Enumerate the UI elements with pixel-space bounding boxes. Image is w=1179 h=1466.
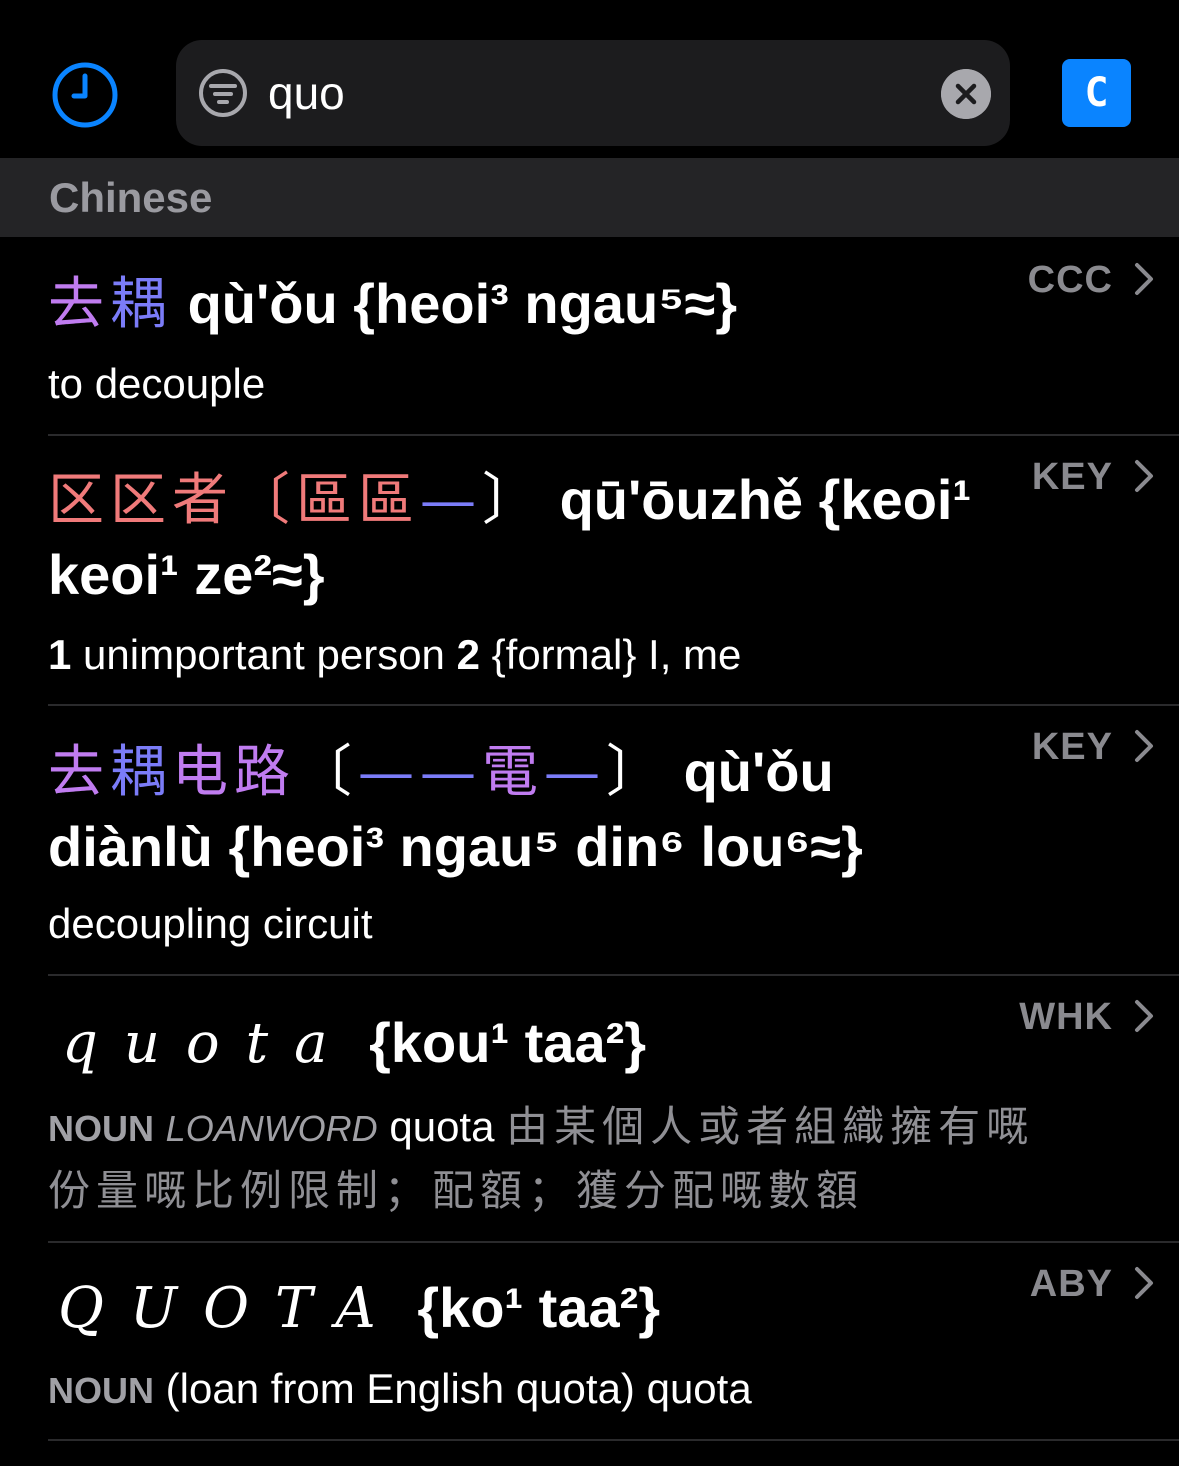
entry-headword: quota {kou¹ taa²}	[62, 1006, 1002, 1081]
hanzi: 去	[48, 272, 110, 337]
hanzi: 耦	[110, 272, 172, 337]
chevron-right-icon	[1135, 460, 1153, 492]
hanzi: 耦	[110, 740, 172, 805]
search-input[interactable]	[268, 58, 908, 128]
history-clock-icon[interactable]	[52, 62, 118, 128]
entry-headword: 去耦 qù'ǒu {heoi³ ngau⁵≈}	[48, 267, 988, 342]
section-header: Chinese	[0, 158, 1179, 237]
reading: {kou¹ taa²}	[369, 1011, 647, 1074]
chinese-definition: 份量嘅比例限制；配額；獲分配嘅數額	[48, 1166, 865, 1215]
headword-script: QUOTA	[58, 1276, 402, 1341]
sense-number: 1	[48, 631, 72, 678]
traditional-dash: —	[358, 740, 420, 805]
gloss: quota	[389, 1103, 495, 1150]
result-entry[interactable]: CCC 去耦 qù'ǒu {heoi³ ngau⁵≈} to decouple	[0, 237, 1179, 436]
result-entry[interactable]: WHK quota {kou¹ taa²} NOUN LOANWORD quot…	[0, 976, 1179, 1243]
entry-headword: 区区者〔區區—〕 qū'ōuzhě {keoi¹ keoi¹ ze²≈}	[48, 463, 988, 612]
hanzi: 去	[48, 740, 110, 805]
sense-text: unimportant person	[83, 631, 445, 678]
traditional-dash: —	[544, 740, 606, 805]
filter-icon[interactable]	[198, 68, 248, 118]
sense-number: 2	[456, 631, 480, 678]
chinese-definition: 由某個人或者組織擁有嘅	[506, 1102, 1035, 1151]
entry-headword: QUOTA {ko¹ taa²}	[58, 1271, 998, 1346]
hanzi: 电路	[172, 740, 296, 805]
traditional-dash: —	[420, 740, 482, 805]
bracket: 〔	[296, 740, 358, 805]
definition: NOUN LOANWORD quota 由某個人或者組織擁有嘅 份量嘅比例限制；…	[48, 1096, 1128, 1222]
definition: to decouple	[48, 360, 266, 407]
chevron-right-icon	[1135, 730, 1153, 762]
part-of-speech: NOUN	[48, 1370, 154, 1411]
reading: qù'ǒu	[683, 740, 834, 803]
reading: keoi¹ ze²≈}	[48, 543, 325, 606]
definition: NOUN (loan from English quota) quota	[48, 1358, 1128, 1422]
chevron-right-icon	[1135, 1000, 1153, 1032]
definition: decoupling circuit	[48, 900, 373, 947]
reading: {ko¹ taa²}	[417, 1276, 661, 1339]
source-label: WHK	[1019, 996, 1113, 1038]
hanzi: 区区者	[48, 468, 234, 533]
reading: diànlù {heoi³ ngau⁵ din⁶ lou⁶≈}	[48, 815, 863, 878]
definition: 1 unimportant person 2 {formal} I, me	[48, 624, 1128, 686]
chevron-right-icon	[1135, 1267, 1153, 1299]
clear-search-icon[interactable]	[941, 69, 991, 119]
reading: qù'ǒu {heoi³ ngau⁵≈}	[187, 272, 737, 335]
part-of-speech: NOUN	[48, 1108, 154, 1149]
traditional-hanzi: 電	[482, 740, 544, 805]
result-entry[interactable]: KEY 去耦电路〔——電—〕 qù'ǒu diànlù {heoi³ ngau⁵…	[0, 706, 1179, 976]
definition-text: (loan from English quota) quota	[165, 1365, 752, 1412]
source-label: KEY	[1031, 726, 1113, 768]
sense-text: {formal} I, me	[491, 631, 742, 678]
headword-script: quota	[62, 1011, 354, 1076]
bracket: 〕	[482, 468, 544, 533]
search-bar[interactable]	[176, 40, 1010, 146]
traditional-hanzi: 〔區區	[234, 468, 420, 533]
result-entry[interactable]: KEY 区区者〔區區—〕 qū'ōuzhě {keoi¹ keoi¹ ze²≈}…	[0, 436, 1179, 706]
traditional-dash: —	[420, 468, 482, 533]
divider	[48, 1439, 1179, 1441]
source-label: KEY	[1031, 456, 1113, 498]
result-entry[interactable]: ABY QUOTA {ko¹ taa²} NOUN (loan from Eng…	[0, 1243, 1179, 1441]
source-label: CCC	[1027, 259, 1113, 301]
source-label: ABY	[1029, 1263, 1113, 1305]
bracket: 〕	[606, 740, 668, 805]
entry-headword: 去耦电路〔——電—〕 qù'ǒu diànlù {heoi³ ngau⁵ din…	[48, 735, 988, 884]
character-set-button[interactable]: C	[1062, 59, 1131, 127]
loanword-tag: LOANWORD	[165, 1108, 378, 1149]
top-bar: C	[0, 0, 1179, 158]
chevron-right-icon	[1135, 263, 1153, 295]
section-title: Chinese	[49, 174, 213, 221]
reading: qū'ōuzhě {keoi¹	[559, 468, 972, 531]
